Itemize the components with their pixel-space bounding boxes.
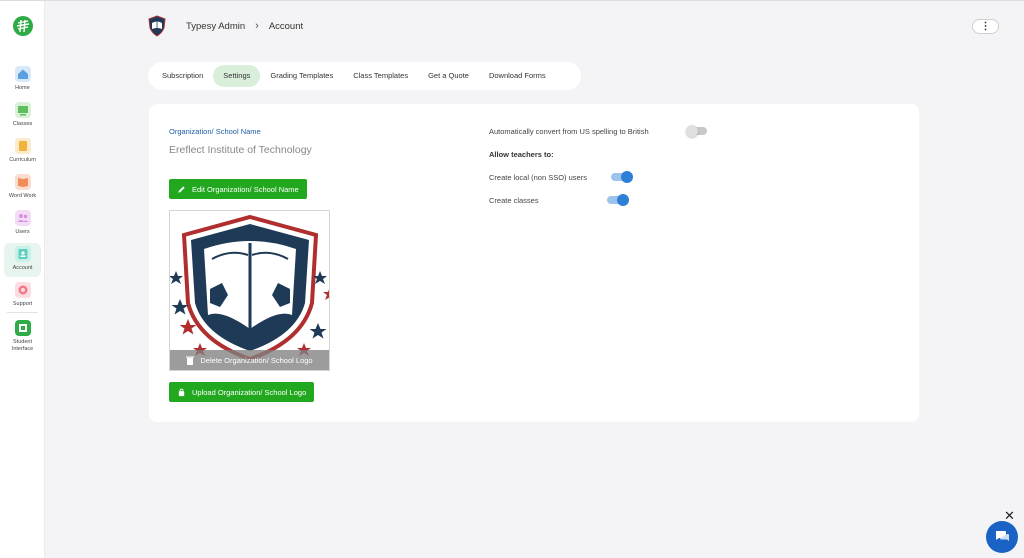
delete-logo-button[interactable]: Delete Organization/ School Logo: [170, 350, 329, 370]
toggle-knob: [621, 171, 633, 183]
trash-icon: [186, 356, 195, 365]
edit-org-name-label: Edit Organization/ School Name: [192, 184, 299, 194]
sidebar-item-label: Classes: [12, 121, 33, 127]
tab-get-a-quote[interactable]: Get a Quote: [418, 65, 479, 87]
upload-logo-label: Upload Organization/ School Logo: [192, 387, 307, 397]
sidebar-divider: [7, 312, 38, 313]
typesy-logo-icon[interactable]: [12, 15, 34, 37]
sidebar-item-curriculum[interactable]: Curriculum: [4, 135, 41, 169]
create-classes-toggle[interactable]: [607, 194, 629, 206]
toggle-knob: [617, 194, 629, 206]
account-tabs: Subscription Settings Grading Templates …: [148, 62, 581, 90]
create-classes-label: Create classes: [489, 196, 539, 205]
auto-convert-toggle[interactable]: [686, 125, 707, 137]
curriculum-icon: [14, 138, 31, 154]
sidebar-item-label: Users: [15, 229, 30, 235]
app-window: Home Classes Curriculum Word Work Users: [0, 0, 1024, 558]
sidebar-item-users[interactable]: Users: [4, 207, 41, 241]
student-interface-icon: [14, 320, 31, 336]
allow-teachers-heading: Allow teachers to:: [489, 150, 554, 159]
sidebar-item-home[interactable]: Home: [4, 63, 41, 97]
settings-card: Organization/ School Name Ereflect Insti…: [149, 104, 919, 422]
sidebar-item-classes[interactable]: Classes: [4, 99, 41, 133]
support-icon: [14, 282, 31, 298]
edit-org-name-button[interactable]: Edit Organization/ School Name: [169, 179, 307, 199]
sidebar-item-account[interactable]: Account: [4, 243, 41, 277]
pencil-icon: [178, 185, 185, 193]
chevron-right-icon: ›: [255, 20, 259, 32]
chat-bubble-icon: [996, 531, 1009, 541]
tab-class-templates[interactable]: Class Templates: [343, 65, 418, 87]
school-crest-icon: [148, 15, 166, 37]
book-icon: [14, 174, 31, 190]
sidebar-item-label: Student Interface: [11, 339, 34, 352]
classes-icon: [14, 102, 31, 118]
toggle-knob: [686, 125, 698, 137]
sidebar-item-label: Word Work: [8, 193, 37, 199]
users-icon: [14, 210, 31, 226]
delete-logo-label: Delete Organization/ School Logo: [200, 355, 313, 365]
sidebar-item-student-interface[interactable]: Student Interface: [4, 317, 41, 357]
org-name-label: Organization/ School Name: [169, 127, 261, 136]
more-vertical-icon: ⋮: [980, 20, 991, 32]
create-local-users-label: Create local (non SSO) users: [489, 173, 587, 182]
upload-icon: [178, 388, 185, 396]
tab-grading-templates[interactable]: Grading Templates: [260, 65, 343, 87]
auto-convert-label: Automatically convert from US spelling t…: [489, 127, 649, 136]
upload-logo-button[interactable]: Upload Organization/ School Logo: [169, 382, 315, 402]
chat-launcher-button[interactable]: [986, 521, 1018, 553]
school-crest-logo: [170, 214, 329, 362]
sidebar-item-label: Home: [15, 85, 30, 91]
tab-settings[interactable]: Settings: [213, 65, 261, 87]
breadcrumb-root[interactable]: Typesy Admin: [186, 21, 245, 32]
create-local-users-toggle[interactable]: [611, 171, 633, 183]
sidebar-item-label: Support: [12, 301, 33, 307]
breadcrumb: Typesy Admin › Account: [186, 20, 303, 32]
sidebar-item-word-work[interactable]: Word Work: [4, 171, 41, 205]
sidebar-item-support[interactable]: Support: [4, 279, 41, 313]
home-icon: [14, 66, 31, 82]
tab-subscription[interactable]: Subscription: [152, 65, 213, 87]
breadcrumb-current: Account: [268, 20, 304, 32]
tab-download-forms[interactable]: Download Forms: [479, 65, 556, 87]
more-menu-button[interactable]: ⋮: [972, 19, 999, 34]
sidebar-item-label: Curriculum: [9, 157, 36, 163]
sidebar-item-label: Account: [12, 265, 33, 271]
sidebar: Home Classes Curriculum Word Work Users: [0, 1, 45, 558]
org-name-value: Ereflect Institute of Technology: [169, 144, 312, 156]
account-icon: [14, 246, 31, 262]
org-logo-image: Delete Organization/ School Logo: [169, 210, 330, 371]
